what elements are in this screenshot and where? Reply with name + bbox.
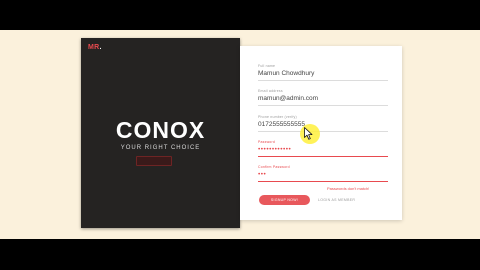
letterbox-top xyxy=(0,0,480,30)
phone-underline xyxy=(258,131,388,132)
letterbox-bottom xyxy=(0,239,480,270)
password-input[interactable]: •••••••••••• xyxy=(258,145,388,154)
brand-name: CONOX xyxy=(115,117,206,143)
full-name-field[interactable]: Full name Mamun Chowdhury xyxy=(258,64,388,81)
logo-dot: . xyxy=(99,44,102,51)
phone-input[interactable]: 0172555555555 xyxy=(258,120,388,129)
signup-form: Full name Mamun Chowdhury Email address … xyxy=(240,46,402,220)
logo-text: MR xyxy=(88,44,100,51)
email-underline xyxy=(258,105,388,106)
signup-button[interactable]: SIGNUP NOW! xyxy=(259,195,310,205)
password-field[interactable]: Password •••••••••••• xyxy=(258,140,388,157)
confirm-password-underline xyxy=(258,181,388,182)
mouse-pointer-icon xyxy=(304,127,313,140)
phone-field[interactable]: Phone number (verify) 0172555555555 xyxy=(258,115,388,132)
confirm-password-input[interactable]: ••• xyxy=(258,170,388,179)
brand-panel-button[interactable] xyxy=(136,156,172,166)
email-field[interactable]: Email address mamun@admin.com xyxy=(258,89,388,106)
logo: MR. xyxy=(88,44,102,51)
brand-panel: MR. CONOX YOUR RIGHT CHOICE xyxy=(81,38,240,228)
login-as-member-link[interactable]: LOGIN AS MEMBER xyxy=(318,195,363,205)
confirm-password-field[interactable]: Confirm Password ••• xyxy=(258,165,388,182)
full-name-underline xyxy=(258,80,388,81)
brand-tagline: YOUR RIGHT CHOICE xyxy=(120,145,201,151)
password-underline xyxy=(258,156,388,157)
email-input[interactable]: mamun@admin.com xyxy=(258,94,388,103)
full-name-input[interactable]: Mamun Chowdhury xyxy=(258,69,388,78)
password-mismatch-error: Passwords don't match! xyxy=(327,186,370,191)
